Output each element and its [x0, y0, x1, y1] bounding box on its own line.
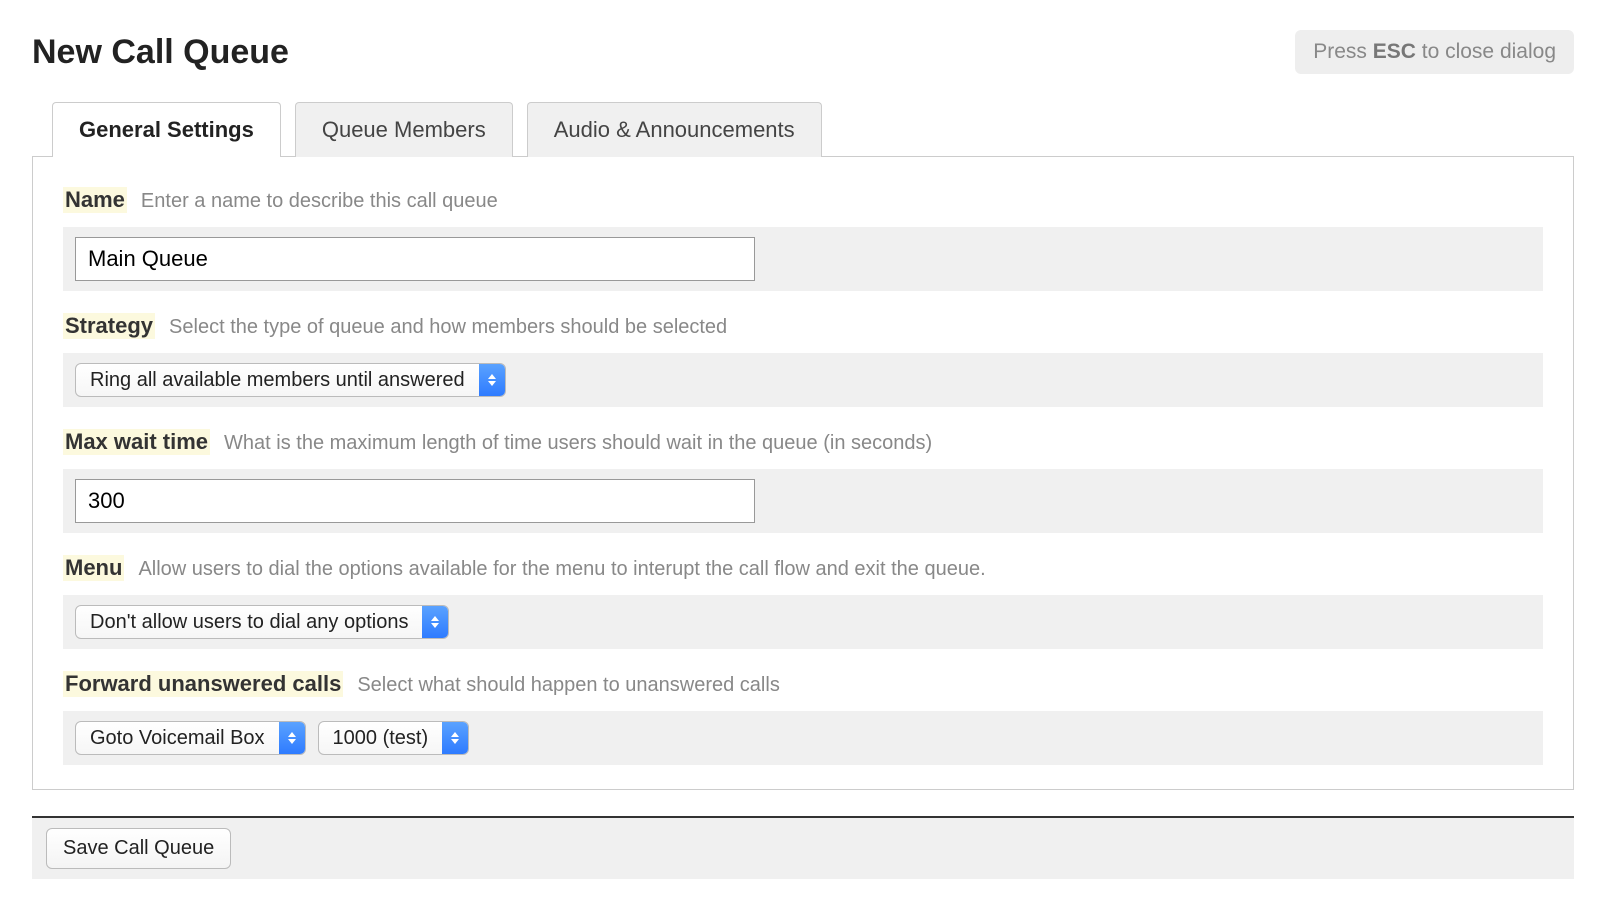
forward-action-selected: Goto Voicemail Box [76, 722, 279, 754]
esc-close-hint: Press ESC to close dialog [1295, 30, 1574, 74]
tab-queue-members[interactable]: Queue Members [295, 102, 513, 157]
esc-hint-prefix: Press [1313, 40, 1373, 63]
strategy-selected: Ring all available members until answere… [76, 364, 479, 396]
forward-target-select[interactable]: 1000 (test) [318, 721, 470, 755]
save-call-queue-button[interactable]: Save Call Queue [46, 828, 231, 869]
name-label: Name [63, 187, 127, 213]
strategy-select[interactable]: Ring all available members until answere… [75, 363, 506, 397]
footer-bar: Save Call Queue [32, 816, 1574, 879]
name-desc: Enter a name to describe this call queue [141, 190, 498, 213]
forward-action-select[interactable]: Goto Voicemail Box [75, 721, 306, 755]
select-arrows-icon [479, 364, 505, 396]
menu-select[interactable]: Don't allow users to dial any options [75, 605, 449, 639]
menu-desc: Allow users to dial the options availabl… [138, 558, 985, 581]
tab-panel-general: Name Enter a name to describe this call … [32, 156, 1574, 790]
forward-desc: Select what should happen to unanswered … [357, 674, 780, 697]
forward-label: Forward unanswered calls [63, 671, 343, 697]
name-input[interactable] [75, 237, 755, 281]
max-wait-label: Max wait time [63, 429, 210, 455]
menu-label: Menu [63, 555, 124, 581]
esc-hint-suffix: to close dialog [1416, 40, 1556, 63]
select-arrows-icon [442, 722, 468, 754]
select-arrows-icon [279, 722, 305, 754]
menu-selected: Don't allow users to dial any options [76, 606, 422, 638]
tab-general-settings[interactable]: General Settings [52, 102, 281, 157]
dialog-title: New Call Queue [32, 33, 289, 72]
max-wait-input[interactable] [75, 479, 755, 523]
esc-key-label: ESC [1373, 40, 1416, 63]
max-wait-desc: What is the maximum length of time users… [224, 432, 932, 455]
strategy-label: Strategy [63, 313, 155, 339]
forward-target-selected: 1000 (test) [319, 722, 443, 754]
tabs: General Settings Queue Members Audio & A… [52, 102, 1574, 157]
tab-audio-announcements[interactable]: Audio & Announcements [527, 102, 822, 157]
strategy-desc: Select the type of queue and how members… [169, 316, 727, 339]
select-arrows-icon [422, 606, 448, 638]
